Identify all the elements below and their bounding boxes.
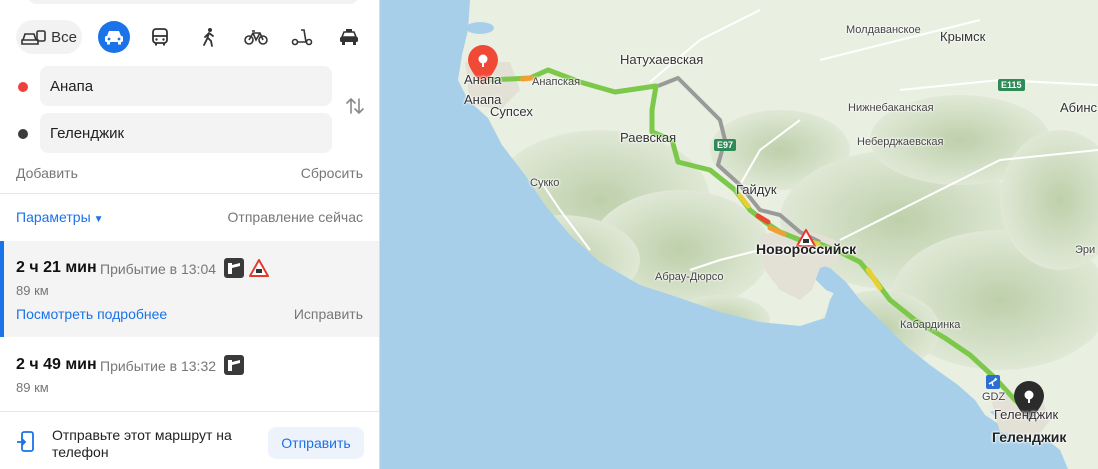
map-label-moldavanskoe: Молдаванское xyxy=(846,24,921,36)
origin-marker-icon xyxy=(18,82,28,92)
params-label: Параметры xyxy=(16,209,91,225)
map-label-abinsk: Абинс xyxy=(1060,100,1098,115)
params-row: Параметры ▼ Отправление сейчас xyxy=(16,209,363,225)
map-label-neberdzhaevskaya: Неберджаевская xyxy=(857,136,944,148)
toll-road-icon xyxy=(224,355,244,375)
route-actions: Добавить Сбросить xyxy=(16,165,363,181)
bicycle-icon xyxy=(244,29,268,45)
route-panel: Все Анапа Геленджик Добавить Сбросить Па… xyxy=(0,0,380,469)
mode-transit-button[interactable] xyxy=(148,20,172,54)
taxi-icon xyxy=(339,28,359,46)
map-label-supsekh: Супсех xyxy=(490,104,533,119)
route-2-arrival: Прибытие в 13:32 xyxy=(100,358,217,374)
phone-icon xyxy=(16,431,38,458)
car-icon xyxy=(104,29,124,45)
scooter-icon xyxy=(291,28,313,46)
route-1-duration: 2 ч 21 мин xyxy=(16,259,97,276)
mode-bike-button[interactable] xyxy=(242,20,270,54)
departure-time-button[interactable]: Отправление сейчас xyxy=(228,209,363,225)
map-label-gelendzhik: Геленджик xyxy=(992,429,1067,445)
all-modes-icon xyxy=(21,28,47,46)
mode-all-button[interactable]: Все xyxy=(16,20,82,54)
map-label-novorossiysk: Новороссийск xyxy=(756,241,857,257)
map-label-gdz: GDZ xyxy=(982,391,1006,403)
road-warning-icon xyxy=(248,258,270,283)
transport-modes: Все xyxy=(16,20,366,54)
mode-car-button[interactable] xyxy=(98,21,130,53)
map-label-sukko: Сукко xyxy=(530,177,560,189)
route-1-distance: 89 км xyxy=(16,283,49,298)
bus-icon xyxy=(151,28,169,46)
selected-route-indicator xyxy=(0,241,4,337)
divider xyxy=(0,411,379,412)
params-button[interactable]: Параметры ▼ xyxy=(16,209,104,225)
road-shield-e97: E97 xyxy=(714,139,737,151)
toll-road-icon xyxy=(224,258,244,278)
origin-value: Анапа xyxy=(50,77,94,95)
map-label-gelendzhik-pin: Геленджик xyxy=(994,407,1059,422)
send-to-phone-text: Отправьте этот маршрут на телефон xyxy=(52,427,232,460)
search-bar-edge xyxy=(28,0,358,4)
map-label-erik: Эри xyxy=(1075,244,1096,256)
map-label-nizhnebakanskaya: Нижнебаканская xyxy=(848,102,934,114)
map-label-anapa-pin: Анапа xyxy=(464,72,502,87)
destination-marker-icon xyxy=(18,129,28,139)
add-point-button[interactable]: Добавить xyxy=(16,165,78,181)
route-option-1[interactable]: 2 ч 21 мин Прибытие в 13:04 89 км Посмот… xyxy=(0,241,379,337)
route-2-duration[interactable]: 2 ч 49 мин xyxy=(16,356,97,374)
destination-input[interactable]: Геленджик xyxy=(40,113,332,153)
map-label-abrau: Абрау-Дюрсо xyxy=(655,271,724,283)
report-error-link[interactable]: Исправить xyxy=(294,306,363,322)
swap-points-icon[interactable] xyxy=(345,96,365,121)
road-shield-e115: E115 xyxy=(998,79,1025,91)
map-label-gaiduk: Гайдук xyxy=(736,182,777,197)
route-1-arrival: Прибытие в 13:04 xyxy=(100,261,217,277)
send-to-phone-button[interactable]: Отправить xyxy=(268,427,364,459)
mode-taxi-button[interactable] xyxy=(337,20,361,54)
mode-scooter-button[interactable] xyxy=(289,20,315,54)
origin-input[interactable]: Анапа xyxy=(40,66,332,106)
map-label-kabardinka: Кабардинка xyxy=(900,319,961,331)
caret-down-icon: ▼ xyxy=(93,214,104,225)
map-label-anapskaya: Анапская xyxy=(532,76,581,88)
destination-value: Геленджик xyxy=(50,124,125,142)
map-label-raevskaya: Раевская xyxy=(620,130,677,145)
map-label-natukhaevskaya: Натухаевская xyxy=(620,52,704,67)
reset-button[interactable]: Сбросить xyxy=(301,165,363,181)
lake xyxy=(466,22,494,34)
map-label-krymsk: Крымск xyxy=(940,29,986,44)
pedestrian-icon xyxy=(201,27,217,47)
route-2-distance: 89 км xyxy=(16,380,49,395)
mode-walk-button[interactable] xyxy=(197,20,221,54)
route-details-link[interactable]: Посмотреть подробнее xyxy=(16,306,167,322)
mode-all-label: Все xyxy=(51,28,77,46)
divider xyxy=(0,193,379,194)
